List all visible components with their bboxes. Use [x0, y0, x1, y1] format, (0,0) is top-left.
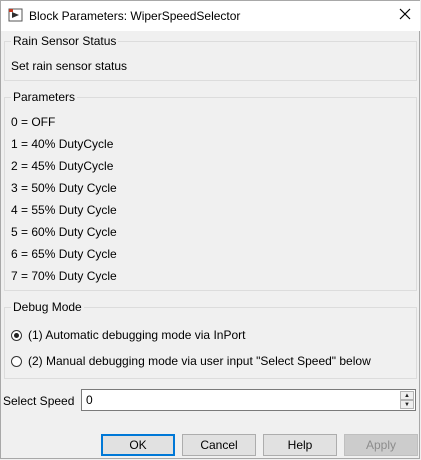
simulink-block-icon [8, 7, 24, 23]
parameter-line: 7 = 70% Duty Cycle [11, 269, 117, 283]
rain-sensor-group: Rain Sensor Status Set rain sensor statu… [4, 34, 417, 81]
spinner-buttons: ▲ ▼ [400, 391, 414, 409]
close-icon [399, 8, 411, 23]
debug-option-label: (2) Manual debugging mode via user input… [28, 354, 371, 368]
parameter-line: 0 = OFF [11, 115, 56, 129]
rain-sensor-description: Set rain sensor status [11, 59, 128, 73]
parameter-line: 3 = 50% Duty Cycle [11, 181, 117, 195]
debug-option-automatic[interactable]: (1) Automatic debugging mode via InPort [11, 327, 245, 343]
help-button[interactable]: Help [263, 434, 337, 456]
cancel-button[interactable]: Cancel [182, 434, 256, 456]
arrow-up-icon: ▲ [404, 392, 410, 399]
parameter-line: 6 = 65% Duty Cycle [11, 247, 117, 261]
ok-button[interactable]: OK [101, 434, 175, 456]
spin-up-button[interactable]: ▲ [400, 391, 414, 400]
select-speed-spinner[interactable]: 0 ▲ ▼ [81, 389, 416, 411]
parameter-line: 1 = 40% DutyCycle [11, 137, 114, 151]
select-speed-value[interactable]: 0 [86, 393, 93, 407]
radio-button[interactable] [11, 355, 22, 367]
close-button[interactable] [390, 1, 420, 30]
parameter-line: 4 = 55% Duty Cycle [11, 203, 117, 217]
radio-button-selected[interactable] [11, 329, 22, 341]
rain-sensor-legend: Rain Sensor Status [11, 34, 119, 48]
parameters-group: Parameters 0 = OFF 1 = 40% DutyCycle 2 =… [4, 90, 417, 291]
select-speed-label: Select Speed [3, 394, 75, 408]
parameter-line: 5 = 60% Duty Cycle [11, 225, 117, 239]
debug-mode-legend: Debug Mode [11, 300, 84, 314]
title-bar[interactable]: Block Parameters: WiperSpeedSelector [1, 1, 420, 31]
apply-button[interactable]: Apply [344, 434, 418, 456]
spin-down-button[interactable]: ▼ [400, 400, 414, 409]
debug-option-label: (1) Automatic debugging mode via InPort [28, 328, 246, 342]
parameters-legend: Parameters [11, 90, 78, 104]
window-title: Block Parameters: WiperSpeedSelector [29, 9, 241, 23]
arrow-down-icon: ▼ [404, 401, 410, 408]
parameter-line: 2 = 45% DutyCycle [11, 159, 114, 173]
debug-mode-group: Debug Mode (1) Automatic debugging mode … [4, 300, 417, 379]
dialog-window: Block Parameters: WiperSpeedSelector Rai… [0, 0, 420, 459]
debug-option-manual[interactable]: (2) Manual debugging mode via user input… [11, 353, 371, 369]
